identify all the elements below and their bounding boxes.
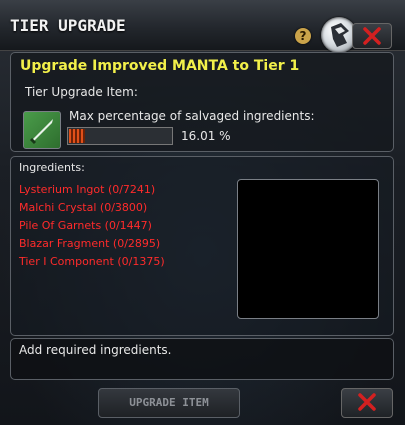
salvage-label: Max percentage of salvaged ingredients: (69, 109, 315, 123)
item-slot[interactable] (23, 111, 61, 149)
sword-icon (24, 112, 60, 148)
close-x-icon (353, 24, 391, 48)
ingredient-item[interactable]: Malchi Crystal (0/3800) (19, 199, 165, 217)
cancel-button[interactable] (341, 388, 393, 418)
status-message: Add required ingredients. (19, 343, 172, 357)
ingredients-panel: Ingredients: Lysterium Ingot (0/7241) Ma… (10, 156, 394, 336)
upgrade-header-panel: Upgrade Improved MANTA to Tier 1 Tier Up… (10, 52, 394, 152)
upgrade-item-button[interactable]: UPGRADE ITEM (98, 388, 240, 418)
window-title: TIER UPGRADE (10, 16, 126, 35)
question-mark-icon[interactable]: ? (295, 28, 311, 44)
ingredient-item[interactable]: Lysterium Ingot (0/7241) (19, 181, 165, 199)
ingredient-item[interactable]: Blazar Fragment (0/2895) (19, 235, 165, 253)
tier-upgrade-item-label: Tier Upgrade Item: (25, 85, 138, 99)
ingredient-item[interactable]: Pile Of Garnets (0/1447) (19, 217, 165, 235)
cancel-x-icon (342, 389, 392, 417)
salvage-progress-fill (69, 129, 85, 143)
status-panel: Add required ingredients. (10, 338, 394, 380)
upgrade-title: Upgrade Improved MANTA to Tier 1 (20, 58, 300, 74)
item-preview-box (237, 179, 379, 319)
salvage-percent-value: 16.01 % (181, 129, 231, 143)
title-bar[interactable]: TIER UPGRADE ? (0, 0, 405, 53)
ingredients-list: Lysterium Ingot (0/7241) Malchi Crystal … (19, 181, 165, 271)
ingredients-title: Ingredients: (19, 161, 85, 174)
close-button[interactable] (352, 23, 392, 49)
salvage-progress-bar (67, 127, 173, 145)
tier-upgrade-window: TIER UPGRADE ? Upgrade Improved MANTA to… (0, 0, 405, 425)
ingredient-item[interactable]: Tier I Component (0/1375) (19, 253, 165, 271)
